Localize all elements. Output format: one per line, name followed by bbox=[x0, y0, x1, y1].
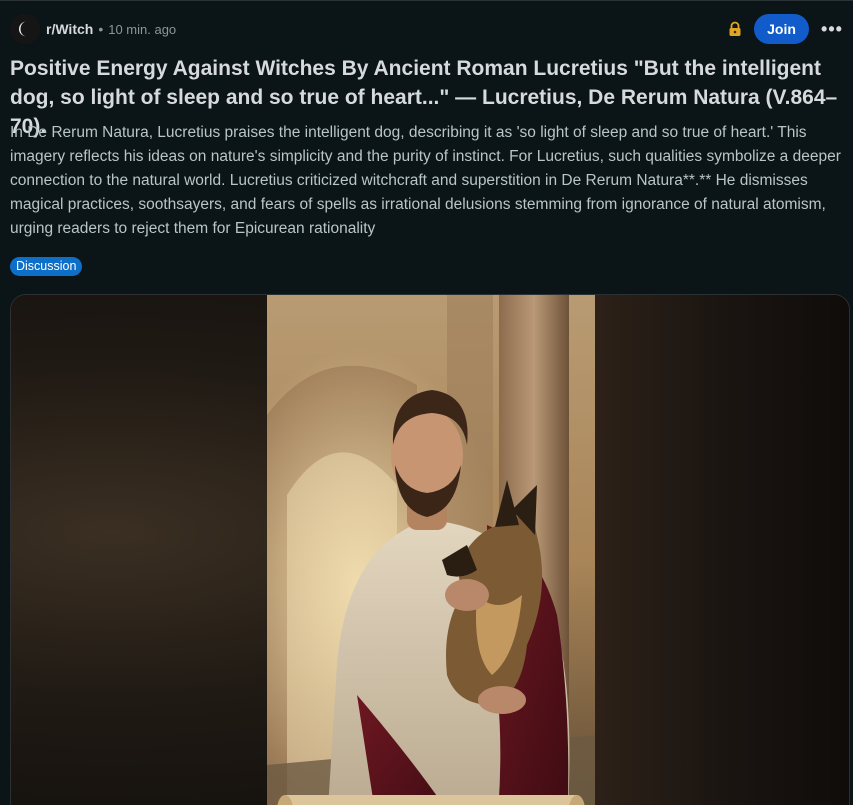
separator-dot: • bbox=[98, 21, 104, 37]
post-card: r/Witch • 10 min. ago Join ••• Positive … bbox=[0, 0, 853, 805]
join-button[interactable]: Join bbox=[754, 14, 809, 44]
lock-icon bbox=[728, 21, 742, 37]
more-options-icon[interactable]: ••• bbox=[817, 14, 847, 44]
post-image[interactable] bbox=[267, 295, 595, 805]
header-actions: Join ••• bbox=[728, 14, 847, 44]
post-flair[interactable]: Discussion bbox=[10, 257, 83, 276]
post-header: r/Witch • 10 min. ago bbox=[10, 14, 176, 44]
subreddit-name[interactable]: r/Witch bbox=[46, 21, 93, 37]
subreddit-avatar[interactable] bbox=[10, 14, 40, 44]
media-blur-background-right bbox=[594, 295, 849, 805]
crescent-moon-icon bbox=[10, 14, 40, 44]
post-body: In De Rerum Natura, Lucretius praises th… bbox=[10, 124, 841, 237]
post-media[interactable] bbox=[10, 294, 850, 805]
post-time: 10 min. ago bbox=[108, 21, 177, 37]
